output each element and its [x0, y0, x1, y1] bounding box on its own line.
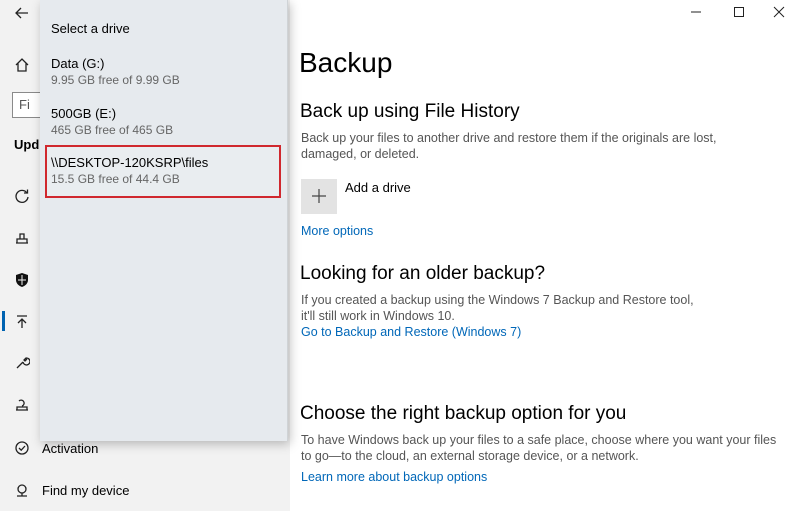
backup-icon[interactable]: [12, 312, 32, 332]
flyout-title: Select a drive: [51, 21, 130, 36]
drive-option-network-share[interactable]: \\DESKTOP-120KSRP\files 15.5 GB free of …: [40, 155, 288, 199]
drive-free-space: 9.95 GB free of 9.99 GB: [51, 73, 180, 87]
page-title: Backup: [299, 47, 393, 78]
learn-more-backup-link[interactable]: Learn more about backup options: [301, 470, 487, 484]
more-options-link[interactable]: More options: [301, 224, 373, 238]
add-drive-button[interactable]: [301, 179, 337, 214]
back-button[interactable]: [10, 5, 34, 25]
activation-icon[interactable]: [12, 438, 32, 458]
drive-name: Data (G:): [51, 56, 105, 71]
maximize-icon: [733, 5, 745, 23]
troubleshoot-icon[interactable]: [12, 353, 32, 373]
maximize-button[interactable]: [726, 3, 752, 25]
search-placeholder: Fi: [19, 97, 30, 112]
backup-restore-win7-link[interactable]: Go to Backup and Restore (Windows 7): [301, 325, 521, 339]
file-history-description: Back up your files to another drive and …: [301, 131, 717, 161]
drive-name: \\DESKTOP-120KSRP\files: [51, 155, 209, 170]
older-backup-description: If you created a backup using the Window…: [301, 293, 694, 323]
home-icon[interactable]: [12, 55, 32, 75]
select-drive-flyout: Select a drive Data (G:) 9.95 GB free of…: [40, 0, 288, 441]
drive-free-space: 15.5 GB free of 44.4 GB: [51, 172, 180, 186]
file-history-heading: Back up using File History: [300, 101, 520, 122]
find-my-device-icon[interactable]: [12, 480, 32, 500]
minimize-button[interactable]: [683, 3, 709, 25]
selected-indicator: [2, 311, 5, 331]
older-backup-heading: Looking for an older backup?: [300, 263, 546, 284]
close-icon: [773, 5, 785, 23]
right-backup-option-heading: Choose the right backup option for you: [300, 403, 627, 424]
drive-option-500gb-e[interactable]: 500GB (E:) 465 GB free of 465 GB: [40, 106, 288, 150]
back-arrow-icon: [15, 6, 29, 24]
drive-name: 500GB (E:): [51, 106, 117, 121]
drive-option-data-g[interactable]: Data (G:) 9.95 GB free of 9.99 GB: [40, 56, 288, 100]
right-backup-option-description: To have Windows back up your files to a …: [301, 433, 777, 463]
nav-item-activation[interactable]: Activation: [42, 441, 98, 456]
nav-section-heading: Upd: [14, 137, 40, 152]
windows-security-icon[interactable]: [12, 270, 32, 290]
nav-item-find-my-device[interactable]: Find my device: [42, 483, 129, 498]
windows-update-icon[interactable]: [12, 186, 32, 206]
recovery-icon[interactable]: [12, 395, 32, 415]
delivery-optimization-icon[interactable]: [12, 228, 32, 248]
close-button[interactable]: [766, 3, 792, 25]
minimize-icon: [690, 5, 702, 23]
plus-icon: [311, 185, 327, 209]
drive-free-space: 465 GB free of 465 GB: [51, 123, 174, 137]
add-drive-label[interactable]: Add a drive: [345, 180, 411, 195]
